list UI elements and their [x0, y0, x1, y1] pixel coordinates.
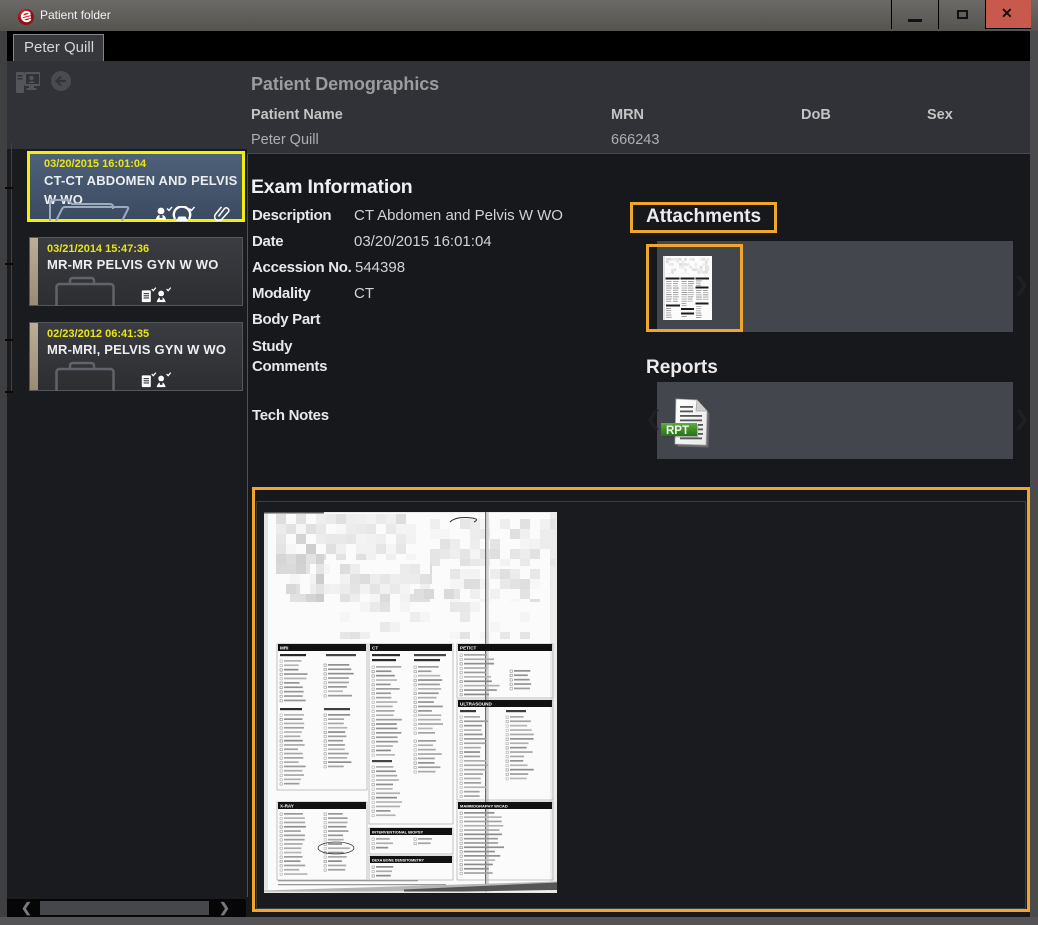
svg-text:MAMMOGRAPHY W/CAD: MAMMOGRAPHY W/CAD [460, 803, 508, 808]
svg-text:DEXA BONE DENSITOMETRY: DEXA BONE DENSITOMETRY [372, 858, 424, 862]
svg-text:X-RAY: X-RAY [280, 803, 294, 808]
svg-text:MRI: MRI [280, 645, 288, 650]
svg-text:CT: CT [372, 645, 378, 650]
svg-text:PET/CT: PET/CT [460, 645, 477, 650]
svg-text:INTERVENTIONAL BIOPSY: INTERVENTIONAL BIOPSY [372, 829, 424, 834]
svg-text:RPT: RPT [666, 425, 689, 437]
svg-text:ULTRASOUND: ULTRASOUND [460, 701, 492, 706]
